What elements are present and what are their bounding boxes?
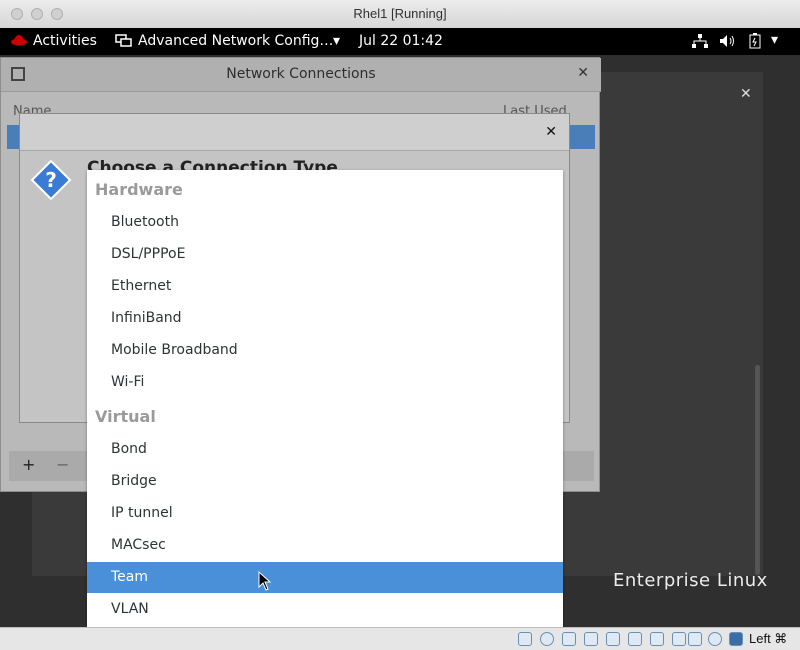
menu-item-team[interactable]: Team xyxy=(87,562,563,593)
usb-icon[interactable] xyxy=(606,632,620,646)
network-adapter-icon[interactable] xyxy=(584,632,598,646)
display-icon[interactable] xyxy=(650,632,664,646)
activities-button[interactable]: Activities xyxy=(33,33,97,49)
mouse-integration-icon[interactable] xyxy=(708,632,722,646)
menu-item-mobile-broadband[interactable]: Mobile Broadband xyxy=(87,335,563,366)
connection-type-menu: Hardware Bluetooth DSL/PPPoE Ethernet In… xyxy=(87,170,563,627)
host-window-title: Rhel1 [Running] xyxy=(353,6,447,21)
menu-header-virtual: Virtual xyxy=(95,407,156,426)
dialog-close-icon[interactable]: ✕ xyxy=(545,124,557,140)
menu-item-macsec[interactable]: MACsec xyxy=(87,530,563,561)
add-connection-button[interactable]: + xyxy=(22,455,35,474)
menu-item-ethernet[interactable]: Ethernet xyxy=(87,271,563,302)
keyboard-capture-icon[interactable] xyxy=(729,632,743,646)
menu-item-infiniband[interactable]: InfiniBand xyxy=(87,303,563,334)
optical-drive-icon[interactable] xyxy=(540,632,554,646)
menu-item-vlan[interactable]: VLAN xyxy=(87,594,563,625)
dialog-titlebar: ✕ xyxy=(20,114,569,151)
background-scrollbar[interactable] xyxy=(755,365,760,575)
battery-icon[interactable] xyxy=(749,33,761,53)
menu-item-bond[interactable]: Bond xyxy=(87,434,563,465)
shared-folders-icon[interactable] xyxy=(628,632,642,646)
menu-header-hardware: Hardware xyxy=(95,180,183,199)
network-icon[interactable] xyxy=(692,34,708,53)
gnome-top-bar: Activities Advanced Network Config… ▾ Ju… xyxy=(0,28,800,55)
system-menu-chevron-icon[interactable]: ▾ xyxy=(771,32,778,48)
hard-disk-icon[interactable] xyxy=(518,632,532,646)
chevron-down-icon[interactable]: ▾ xyxy=(333,33,340,49)
redhat-logo-icon xyxy=(10,33,28,51)
menu-item-dsl-pppoe[interactable]: DSL/PPPoE xyxy=(87,239,563,270)
nc-titlebar: Network Connections ✕ xyxy=(1,58,601,92)
volume-icon[interactable] xyxy=(719,34,737,52)
video-capture-icon[interactable] xyxy=(672,632,686,646)
vm-status-bar: Left ⌘ xyxy=(0,627,800,650)
audio-icon[interactable] xyxy=(562,632,576,646)
host-titlebar: Rhel1 [Running] xyxy=(0,0,800,29)
menu-item-bluetooth[interactable]: Bluetooth xyxy=(87,207,563,238)
menu-item-ip-tunnel[interactable]: IP tunnel xyxy=(87,498,563,529)
svg-text:?: ? xyxy=(45,168,57,192)
nc-window-title: Network Connections xyxy=(226,66,376,82)
virtualization-icon[interactable] xyxy=(688,632,702,646)
host-key-label: Left ⌘ xyxy=(749,631,788,646)
menu-item-bridge[interactable]: Bridge xyxy=(87,466,563,497)
brand-text: Enterprise Linux xyxy=(613,570,768,591)
nc-close-icon[interactable]: ✕ xyxy=(577,65,589,81)
app-window-icon xyxy=(115,34,133,52)
app-menu[interactable]: Advanced Network Config… xyxy=(138,33,333,49)
remove-connection-button[interactable]: − xyxy=(56,455,69,474)
menu-item-wifi[interactable]: Wi-Fi xyxy=(87,367,563,398)
background-close-icon[interactable]: ✕ xyxy=(740,86,752,102)
question-icon: ? xyxy=(30,159,72,201)
clock[interactable]: Jul 22 01:42 xyxy=(359,33,443,49)
mouse-pointer-icon xyxy=(258,570,272,595)
